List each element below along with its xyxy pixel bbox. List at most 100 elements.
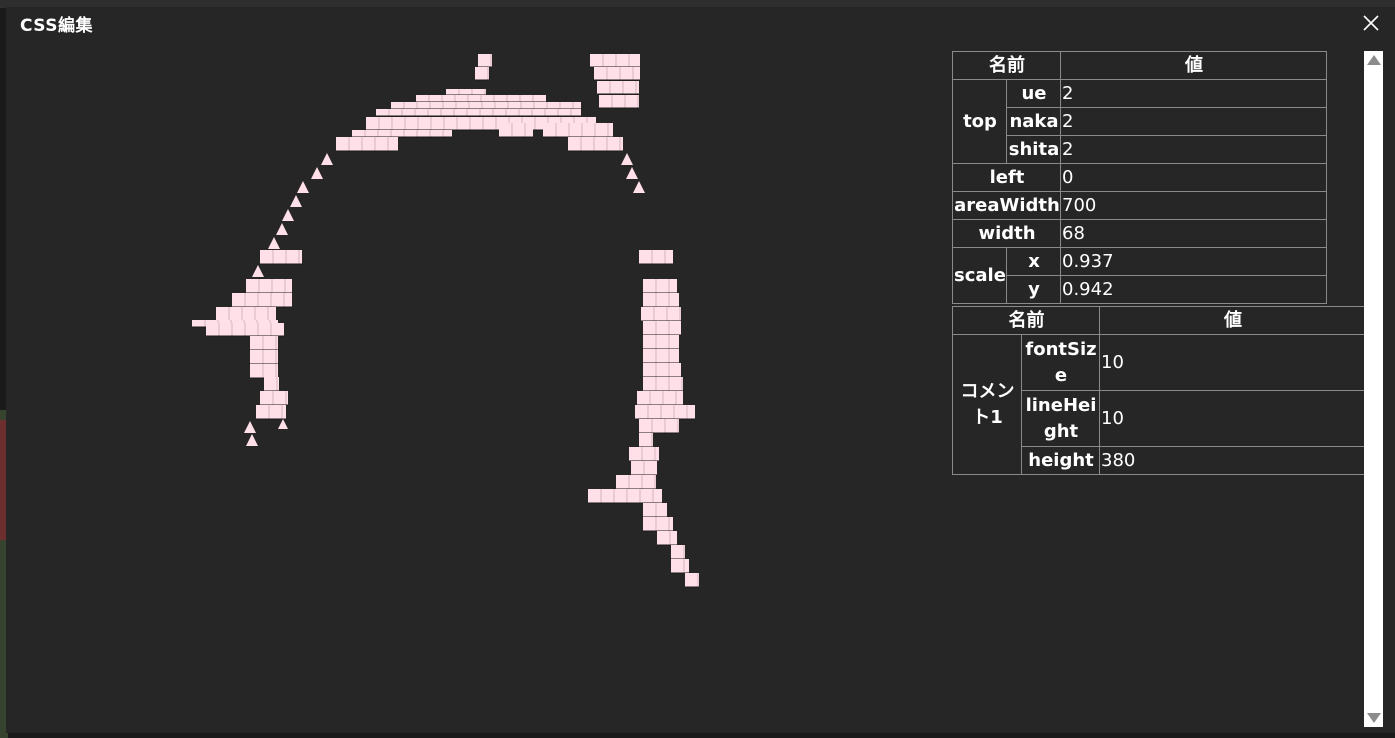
art-block [250, 350, 278, 365]
art-block [336, 137, 398, 152]
art-block [250, 336, 278, 351]
art-block [260, 391, 288, 406]
art-block [635, 405, 695, 420]
art-block [250, 364, 278, 379]
vertical-scrollbar[interactable] [1364, 51, 1383, 727]
art-block [446, 89, 486, 96]
prop-top-naka: naka [1006, 107, 1061, 136]
prop-scale: scale [952, 247, 1007, 304]
art-block [192, 320, 278, 328]
dialog-title: CSS編集 [20, 16, 94, 36]
prop-top-shita: shita [1006, 135, 1061, 164]
art-block [629, 447, 659, 462]
art-block [599, 95, 639, 109]
value-areawidth[interactable]: 700 [1060, 191, 1327, 220]
art-block [391, 102, 581, 110]
art-triangle [278, 419, 288, 429]
art-block [643, 279, 677, 294]
art-block [639, 433, 653, 448]
art-block [631, 461, 657, 476]
art-triangle [246, 434, 258, 446]
art-triangle [621, 153, 633, 165]
art-triangle [297, 181, 309, 193]
art-block [643, 377, 683, 392]
art-triangle [321, 153, 333, 165]
art-block [643, 517, 673, 532]
prop-comment1: コメント1 [952, 334, 1022, 475]
value-scale-x[interactable]: 0.937 [1060, 247, 1327, 276]
prop-areawidth: areaWidth [952, 191, 1061, 220]
art-block [641, 307, 681, 322]
scroll-up-icon[interactable] [1367, 55, 1381, 65]
art-block [657, 531, 677, 546]
scroll-down-icon[interactable] [1367, 713, 1381, 723]
art-triangle [276, 223, 288, 235]
prop-left: left [952, 163, 1061, 192]
art-block [671, 559, 689, 574]
prop-height: height [1021, 446, 1100, 475]
art-block [478, 54, 492, 68]
prop-top: top [952, 79, 1007, 164]
art-triangle [268, 237, 280, 249]
property-table-1: 名前 値 top ue 2 naka 2 shita 2 left 0 area… [952, 51, 1327, 304]
prop-scale-y: y [1006, 275, 1061, 304]
art-block [543, 123, 613, 138]
value-height[interactable]: 380 [1099, 446, 1366, 475]
art-block [643, 349, 679, 364]
value-left[interactable]: 0 [1060, 163, 1327, 192]
art-triangle [290, 195, 302, 207]
art-triangle [626, 167, 638, 179]
prop-fontsize: fontSize [1021, 334, 1100, 391]
art-block [685, 573, 699, 588]
art-block [639, 250, 673, 265]
art-block [643, 293, 679, 308]
art-triangle [244, 421, 256, 433]
prop-scale-x: x [1006, 247, 1061, 276]
art-block [643, 363, 681, 378]
art-block [475, 67, 489, 81]
art-block [376, 109, 581, 117]
art-block [256, 405, 286, 420]
column-header-name: 名前 [952, 306, 1100, 335]
art-block [216, 307, 276, 322]
column-header-value: 値 [1060, 51, 1327, 80]
art-block [594, 67, 640, 81]
prop-top-ue: ue [1006, 79, 1061, 108]
art-block [597, 81, 639, 95]
art-block [637, 391, 683, 406]
value-top-naka[interactable]: 2 [1060, 107, 1327, 136]
value-fontsize[interactable]: 10 [1099, 334, 1366, 391]
art-block [588, 489, 662, 504]
value-scale-y[interactable]: 0.942 [1060, 275, 1327, 304]
art-block [639, 419, 679, 434]
value-top-ue[interactable]: 2 [1060, 79, 1327, 108]
value-width[interactable]: 68 [1060, 219, 1327, 248]
art-block [206, 323, 284, 337]
art-block [643, 503, 667, 518]
css-edit-dialog: CSS編集 名前 値 top ue 2 naka 2 shita 2 left … [6, 7, 1395, 733]
art-block [499, 123, 533, 138]
art-block [643, 321, 681, 336]
art-block [246, 279, 292, 294]
art-block [264, 377, 279, 392]
value-lineheight[interactable]: 10 [1099, 390, 1366, 447]
art-triangle [282, 209, 294, 221]
art-triangle [633, 181, 645, 193]
close-icon [1363, 15, 1379, 31]
art-triangle [252, 265, 264, 277]
art-block [260, 250, 302, 265]
art-triangle [311, 167, 323, 179]
art-block [616, 475, 656, 490]
property-table-2: 名前 値 コメント1 fontSize 10 lineHeight 10 hei… [952, 306, 1366, 475]
value-top-shita[interactable]: 2 [1060, 135, 1327, 164]
art-block [352, 130, 452, 138]
prop-lineheight: lineHeight [1021, 390, 1100, 447]
column-header-value: 値 [1099, 306, 1366, 335]
art-block [232, 293, 292, 308]
art-block [416, 95, 546, 103]
art-block [671, 545, 685, 560]
art-block [643, 335, 679, 350]
art-block [568, 137, 623, 152]
art-block [590, 54, 640, 68]
close-button[interactable] [1361, 13, 1381, 33]
